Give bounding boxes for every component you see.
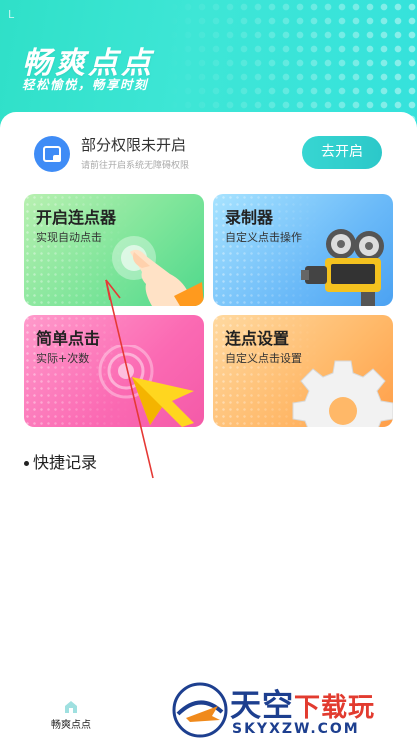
click-settings-card[interactable]: 连点设置 自定义点击设置	[213, 315, 393, 427]
status-indicator: L	[8, 8, 15, 21]
card-title: 录制器	[225, 208, 274, 227]
permission-title: 部分权限未开启	[81, 136, 187, 154]
tap-hand-icon	[112, 236, 204, 306]
nav-home-label: 畅爽点点	[51, 720, 91, 731]
enable-permission-button[interactable]: 去开启	[302, 136, 382, 169]
app-subtitle: 轻松愉悦，畅享时刻	[22, 77, 149, 92]
logo-icon	[172, 682, 228, 738]
recorder-card[interactable]: 录制器 自定义点击操作	[213, 194, 393, 306]
watermark-logo-text: 天空下载玩	[230, 688, 376, 724]
permission-row: 部分权限未开启 请前往开启系统无障碍权限 去开启	[34, 134, 384, 174]
card-subtitle: 自定义点击操作	[225, 231, 302, 244]
quick-records-heading: 快捷记录	[24, 449, 97, 473]
permission-subtitle: 请前往开启系统无障碍权限	[81, 161, 190, 171]
gear-icon	[292, 360, 393, 427]
film-camera-icon	[301, 229, 384, 306]
nav-home[interactable]: 畅爽点点	[44, 700, 98, 738]
start-clicker-card[interactable]: 开启连点器 实现自动点击	[24, 194, 204, 306]
home-icon	[65, 701, 77, 713]
watermark-url: SKYXZW.COM	[232, 721, 360, 737]
main-card: 部分权限未开启 请前往开启系统无障碍权限 去开启 开启连点器 实现自动点击 录制…	[0, 112, 417, 741]
cursor-arrow-icon	[98, 345, 194, 427]
card-title: 连点设置	[225, 329, 290, 348]
watermark: 天空下载玩 SKYXZW.COM	[172, 680, 417, 741]
card-subtitle: 实际+次数	[36, 352, 90, 365]
window-icon	[34, 136, 70, 172]
simple-click-card[interactable]: 简单点击 实际+次数	[24, 315, 204, 427]
